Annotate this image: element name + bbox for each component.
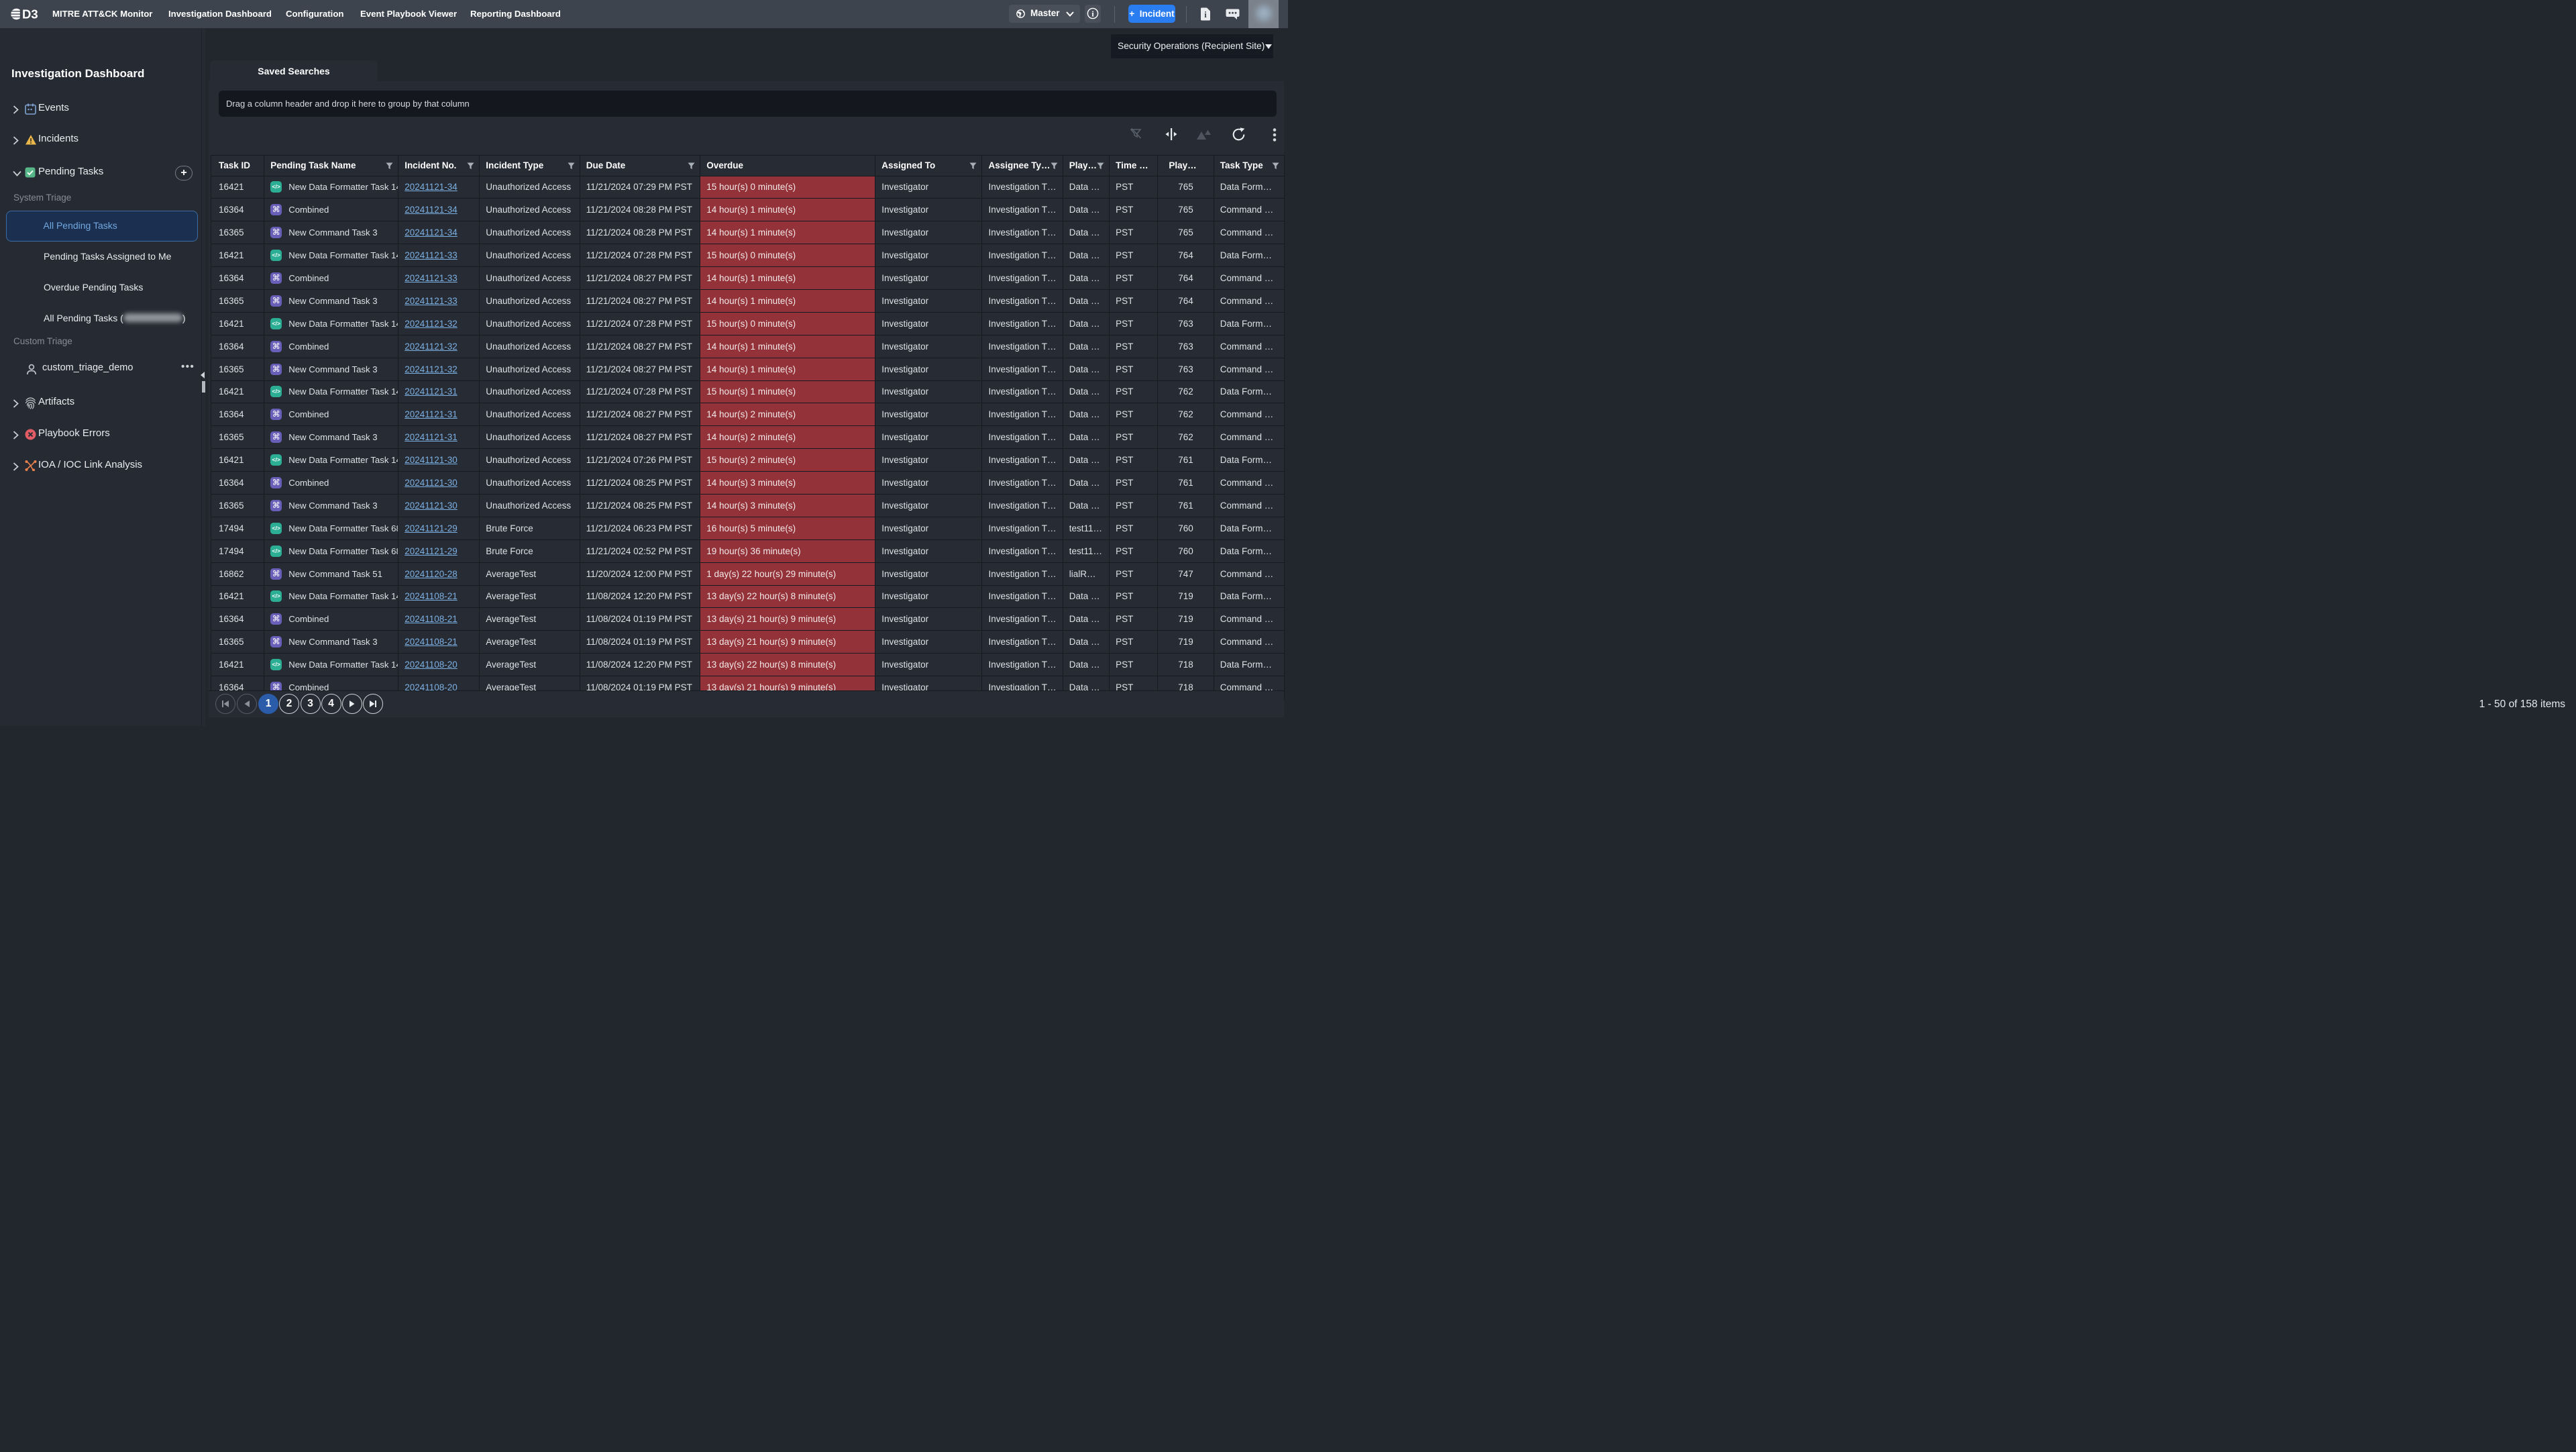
svg-text:D3: D3: [22, 8, 38, 20]
svg-text:i: i: [1091, 9, 1094, 18]
svg-text:i: i: [1204, 10, 1207, 19]
